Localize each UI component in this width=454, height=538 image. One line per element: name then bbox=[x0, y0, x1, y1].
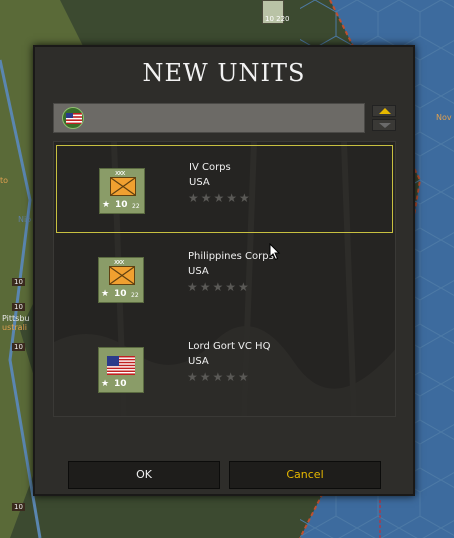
map-unit-strength: 10 bbox=[12, 503, 25, 511]
scroll-arrows bbox=[372, 105, 396, 131]
unit-rating-stars: ★★★★★ bbox=[187, 280, 251, 294]
unit-rating-stars: ★★★★★ bbox=[187, 370, 251, 384]
unit-sub-value: 22 bbox=[132, 203, 140, 210]
map-city-label: to bbox=[0, 176, 9, 185]
nation-filter-bar[interactable] bbox=[53, 103, 365, 133]
usa-flag-icon[interactable] bbox=[62, 107, 84, 129]
unit-list: xxx ★ 10 22 IV Corps USA ★★★★★ xxx ★ 10 bbox=[53, 141, 396, 417]
unit-size-mark: xxx bbox=[114, 258, 124, 266]
star-icon: ★ bbox=[102, 200, 111, 210]
arrow-up-icon bbox=[379, 108, 391, 114]
map-unit-strength: 10 bbox=[12, 343, 25, 351]
unit-row[interactable]: ★ 10 Lord Gort VC HQ USA ★★★★★ bbox=[56, 325, 393, 413]
ok-button[interactable]: OK bbox=[68, 461, 220, 489]
unit-nation: USA bbox=[188, 266, 209, 277]
unit-name: Lord Gort VC HQ bbox=[188, 341, 271, 352]
infantry-symbol-icon bbox=[109, 266, 135, 285]
unit-row[interactable]: xxx ★ 10 22 Philippines Corps USA ★★★★★ bbox=[56, 235, 393, 323]
mouse-cursor-icon bbox=[269, 243, 281, 261]
unit-counter: xxx ★ 10 22 bbox=[99, 168, 145, 214]
scroll-down-button[interactable] bbox=[372, 119, 396, 131]
map-city-label: Nio bbox=[18, 215, 32, 224]
map-unit-strength: 10 bbox=[12, 278, 25, 286]
dialog-title: NEW UNITS bbox=[142, 59, 306, 87]
map-unit-strength: 10 bbox=[12, 303, 25, 311]
map-city-label: Pittsbu bbox=[2, 314, 30, 323]
unit-nation: USA bbox=[189, 177, 210, 188]
map-city-label: Nov bbox=[436, 113, 452, 122]
cancel-button[interactable]: Cancel bbox=[229, 461, 381, 489]
arrow-down-icon bbox=[379, 123, 391, 128]
map-unit-counter[interactable]: 10 220 bbox=[262, 0, 290, 24]
unit-name: IV Corps bbox=[189, 162, 231, 173]
unit-counter: ★ 10 bbox=[98, 347, 144, 393]
new-units-dialog: NEW UNITS xxx ★ 10 22 IV Corps USA ★★★★★… bbox=[33, 45, 415, 496]
unit-strength: 10 bbox=[114, 379, 127, 389]
unit-strength: 10 bbox=[115, 200, 128, 210]
unit-size-mark: xxx bbox=[115, 169, 125, 177]
infantry-symbol-icon bbox=[110, 177, 136, 196]
unit-row[interactable]: xxx ★ 10 22 IV Corps USA ★★★★★ bbox=[56, 145, 393, 233]
unit-rating-stars: ★★★★★ bbox=[188, 191, 252, 205]
map-city-label: ustrali bbox=[2, 323, 28, 332]
unit-name: Philippines Corps bbox=[188, 251, 274, 262]
star-icon: ★ bbox=[101, 289, 110, 299]
unit-nation: USA bbox=[188, 356, 209, 367]
scroll-up-button[interactable] bbox=[372, 105, 396, 117]
unit-counter: xxx ★ 10 22 bbox=[98, 257, 144, 303]
map-unit-stat: 10 220 bbox=[265, 15, 290, 23]
unit-strength: 10 bbox=[114, 289, 127, 299]
star-icon: ★ bbox=[101, 379, 110, 389]
unit-sub-value: 22 bbox=[131, 292, 139, 299]
usa-flag-icon bbox=[107, 356, 135, 375]
